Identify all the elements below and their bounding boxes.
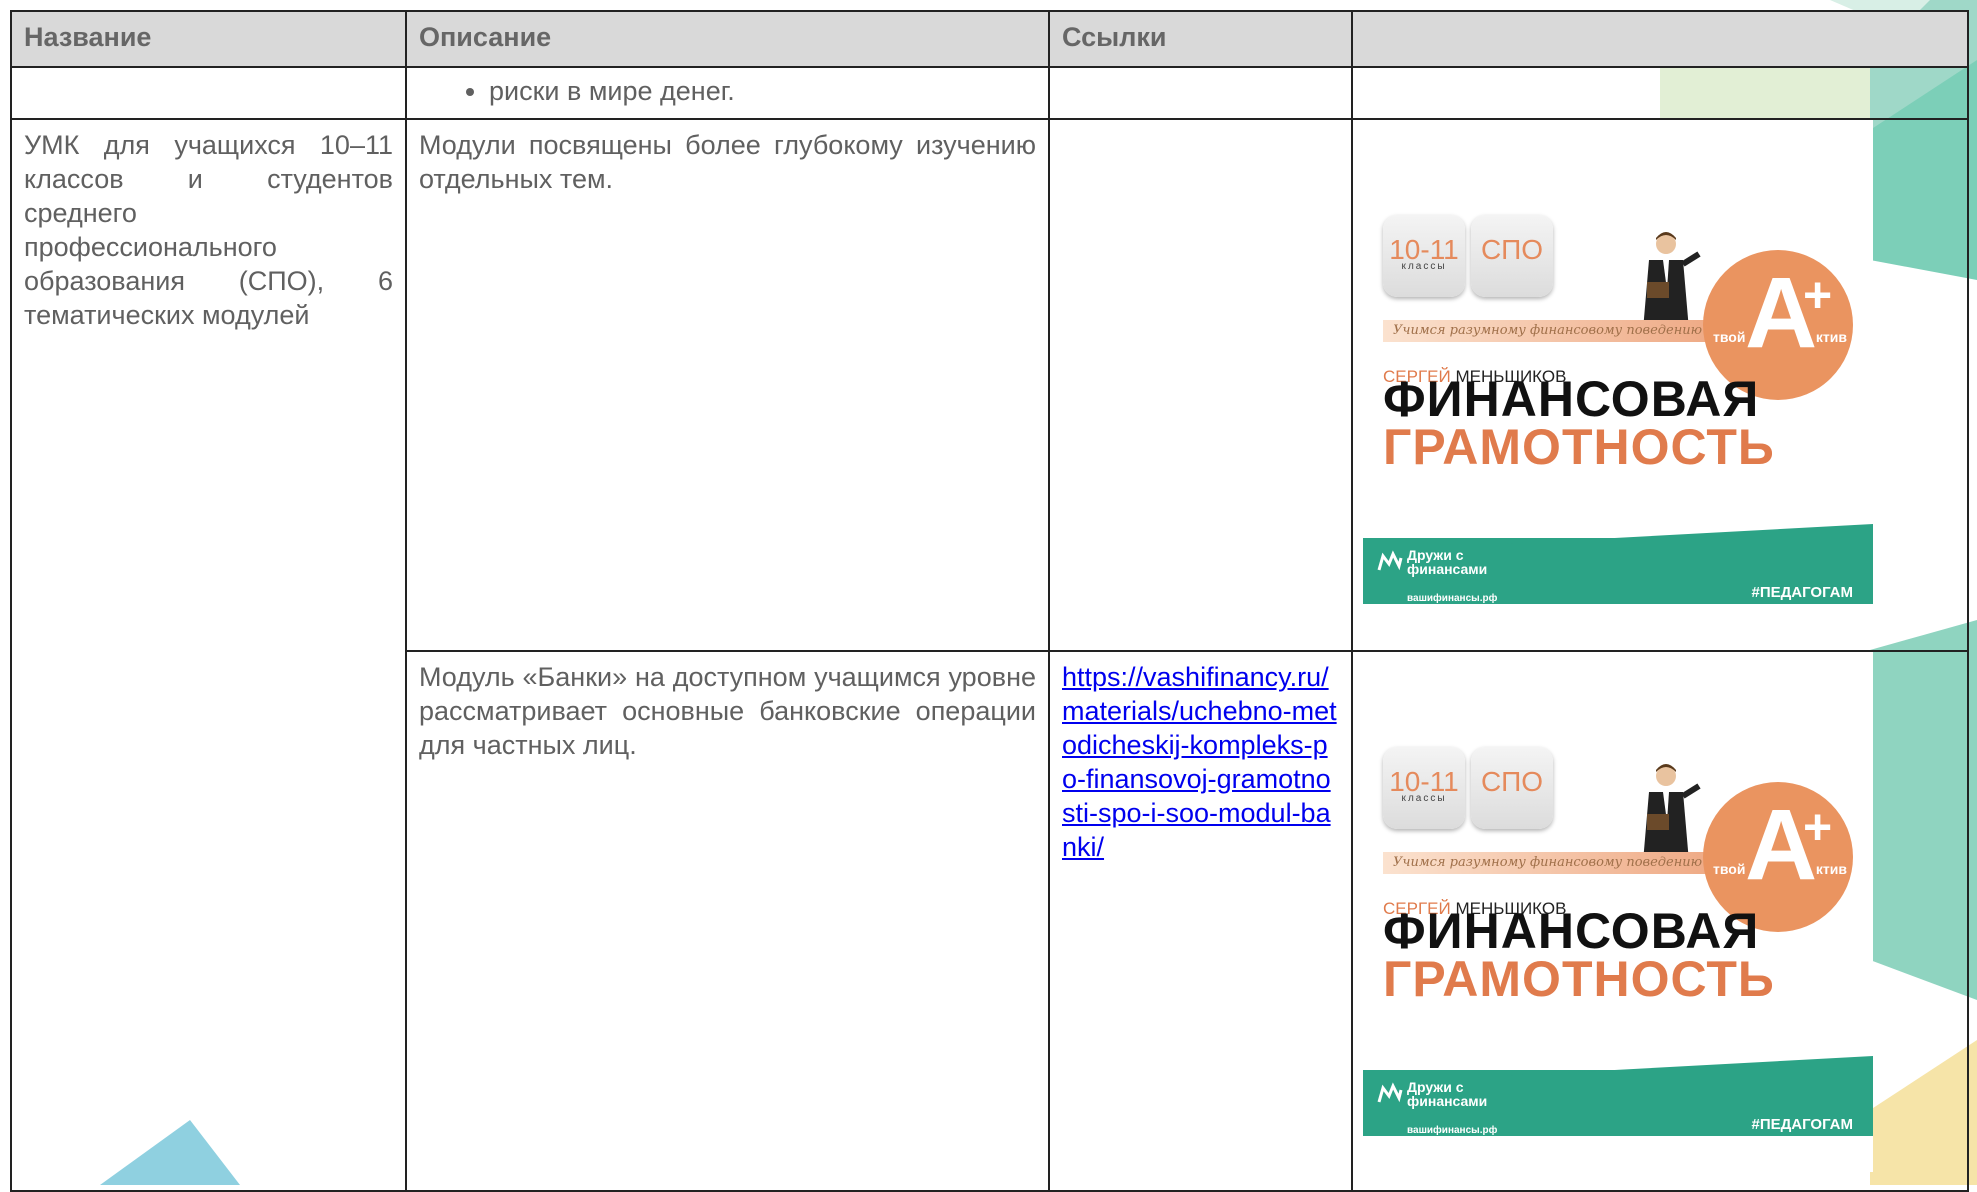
cell-name-empty bbox=[10, 66, 407, 120]
brand-site: вашифинансы.рф bbox=[1407, 593, 1498, 604]
banki-link[interactable]: https://vashifinancy.ru/materials/uchebn… bbox=[1062, 662, 1337, 862]
handshake-logo-icon bbox=[1377, 550, 1403, 571]
bullet-list: риски в мире денег. bbox=[419, 74, 1036, 108]
spo-badge: СПО bbox=[1471, 747, 1553, 829]
header-links: Ссылки bbox=[1048, 10, 1353, 68]
header-image bbox=[1351, 10, 1969, 68]
handshake-logo-icon bbox=[1377, 1082, 1403, 1103]
cover-footer: Дружи с финансами вашифинансы.рф #ПЕДАГО… bbox=[1363, 1056, 1873, 1136]
cell-umk-description: Модули посвящены более глубокому изучени… bbox=[405, 118, 1050, 652]
header-description: Описание bbox=[405, 10, 1050, 68]
brand-name: Дружи с финансами bbox=[1407, 547, 1488, 577]
grade-badge: 10-11 классы bbox=[1383, 215, 1465, 297]
book-title-line1: ФИНАНСОВАЯ bbox=[1383, 903, 1760, 959]
cell-umk-name: УМК для учащихся 10–11 классов и студент… bbox=[10, 118, 407, 1192]
teacher-illustration-icon bbox=[1643, 232, 1701, 330]
cell-links-empty bbox=[1048, 66, 1353, 120]
slogan-stripe: Учимся разумному финансовому поведению bbox=[1383, 852, 1753, 874]
grade-badge: 10-11 классы bbox=[1383, 747, 1465, 829]
book-cover-image: 10-11 классы СПО Учимся разумному финансо… bbox=[1363, 652, 1873, 1172]
hashtag: #ПЕДАГОГАМ bbox=[1751, 1116, 1853, 1133]
header-name: Название bbox=[10, 10, 407, 68]
book-title-line2: ГРАМОТНОСТЬ bbox=[1383, 419, 1775, 475]
cell-links-empty bbox=[1048, 118, 1353, 652]
cell-image-empty bbox=[1351, 66, 1969, 120]
hashtag: #ПЕДАГОГАМ bbox=[1751, 584, 1853, 601]
list-item: риски в мире денег. bbox=[489, 74, 1036, 108]
cell-description: риски в мире денег. bbox=[405, 66, 1050, 120]
brand-site: вашифинансы.рф bbox=[1407, 1125, 1498, 1136]
table-header-row: Название Описание Ссылки bbox=[10, 10, 1969, 68]
spo-badge: СПО bbox=[1471, 215, 1553, 297]
brand-name: Дружи с финансами bbox=[1407, 1079, 1488, 1109]
book-cover-image: 10-11 классы СПО Учимся разумному финансо… bbox=[1363, 120, 1873, 640]
cell-cover-image: 10-11 классы СПО Учимся разумному финансо… bbox=[1351, 118, 1969, 652]
teacher-illustration-icon bbox=[1643, 764, 1701, 862]
cover-footer: Дружи с финансами вашифинансы.рф #ПЕДАГО… bbox=[1363, 524, 1873, 604]
cell-banki-link: https://vashifinancy.ru/materials/uchebn… bbox=[1048, 650, 1353, 1192]
cell-cover-image: 10-11 классы СПО Учимся разумному финансо… bbox=[1351, 650, 1969, 1192]
book-title-line1: ФИНАНСОВАЯ bbox=[1383, 371, 1760, 427]
book-title-line2: ГРАМОТНОСТЬ bbox=[1383, 951, 1775, 1007]
cell-banki-description: Модуль «Банки» на доступном учащимся уро… bbox=[405, 650, 1050, 1192]
table-row: риски в мире денег. bbox=[10, 66, 1969, 120]
table-row: УМК для учащихся 10–11 классов и студент… bbox=[10, 118, 1969, 1192]
slogan-stripe: Учимся разумному финансовому поведению bbox=[1383, 320, 1753, 342]
resources-table: Название Описание Ссылки риски в мире де… bbox=[10, 10, 1969, 1192]
